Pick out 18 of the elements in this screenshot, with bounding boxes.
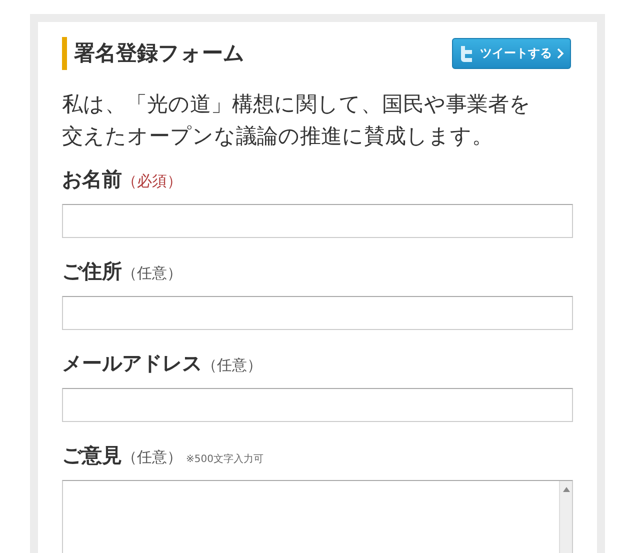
field-note: （任意） [122, 264, 182, 283]
field-note: （必須） [122, 172, 182, 191]
field-label: お名前 [62, 166, 122, 193]
statement-text: 私は、「光の道」構想に関して、国民や事業者を交えたオープンな議論の推進に賛成します。 [62, 91, 532, 150]
input-field[interactable] [62, 296, 573, 330]
form-title: 署名登録フォーム [62, 37, 245, 70]
chevron-icon [557, 48, 564, 59]
field-note: （任意） [122, 448, 182, 467]
tweet-button[interactable]: ツイートする [452, 38, 571, 69]
field-label: ご住所 [62, 258, 122, 285]
field-hint: ※500文字入力可 [186, 452, 264, 466]
input-field[interactable] [62, 204, 573, 238]
field-label: メールアドレス [62, 350, 202, 377]
field-note: （任意） [202, 356, 262, 375]
field-label: ご意見 [62, 442, 122, 469]
input-field[interactable] [62, 388, 573, 422]
scroll-up-icon [562, 487, 570, 492]
bird-icon [459, 44, 475, 62]
